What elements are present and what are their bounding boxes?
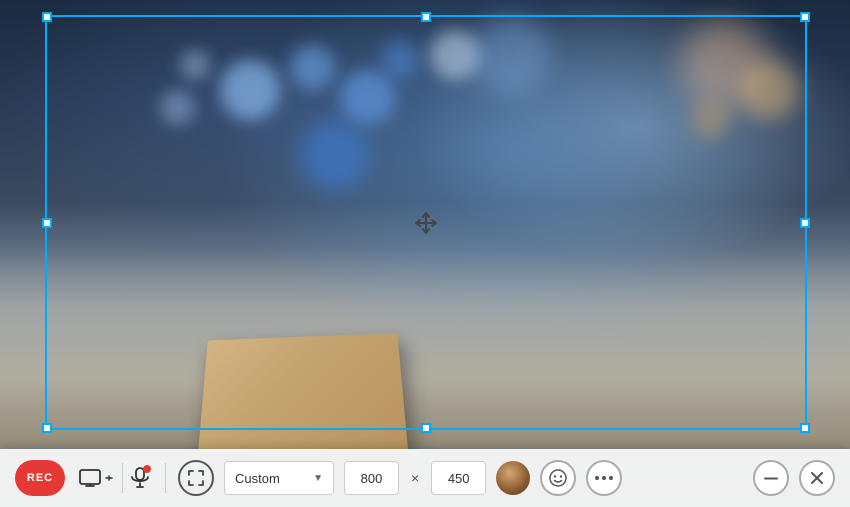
expand-button[interactable] bbox=[178, 460, 214, 496]
bokeh-circle bbox=[380, 40, 420, 80]
chevron-down-icon: ▼ bbox=[313, 473, 323, 484]
toolbar-divider-2 bbox=[165, 463, 166, 493]
minimize-button[interactable] bbox=[753, 460, 789, 496]
width-input[interactable] bbox=[344, 461, 399, 495]
dimension-separator: × bbox=[411, 470, 419, 486]
resolution-dropdown[interactable]: Custom ▼ bbox=[224, 461, 334, 495]
table-surface bbox=[0, 247, 850, 447]
bokeh-circle bbox=[220, 60, 280, 120]
bokeh-circle bbox=[340, 70, 395, 125]
bokeh-circle bbox=[690, 100, 730, 140]
emoji-button[interactable] bbox=[540, 460, 576, 496]
bokeh-circle bbox=[300, 120, 370, 190]
toolbar-divider bbox=[122, 463, 123, 493]
recording-toolbar: REC Custo bbox=[0, 449, 850, 507]
dropdown-value: Custom bbox=[235, 471, 280, 486]
rec-button[interactable]: REC bbox=[15, 460, 65, 496]
more-options-button[interactable] bbox=[586, 460, 622, 496]
bokeh-circle bbox=[740, 60, 800, 120]
mic-button[interactable] bbox=[127, 463, 153, 493]
avatar[interactable] bbox=[496, 461, 530, 495]
height-input[interactable] bbox=[431, 461, 486, 495]
bokeh-circle bbox=[160, 90, 195, 125]
screen-mic-group bbox=[75, 463, 153, 493]
bokeh-circle bbox=[290, 45, 335, 90]
bokeh-circle bbox=[180, 50, 210, 80]
book-prop bbox=[198, 333, 408, 453]
background-scene bbox=[0, 0, 850, 507]
bokeh-circle bbox=[470, 15, 550, 95]
screen-button[interactable] bbox=[75, 465, 118, 491]
close-button[interactable] bbox=[799, 460, 835, 496]
avatar-image bbox=[496, 461, 530, 495]
mic-active-indicator bbox=[143, 465, 151, 473]
